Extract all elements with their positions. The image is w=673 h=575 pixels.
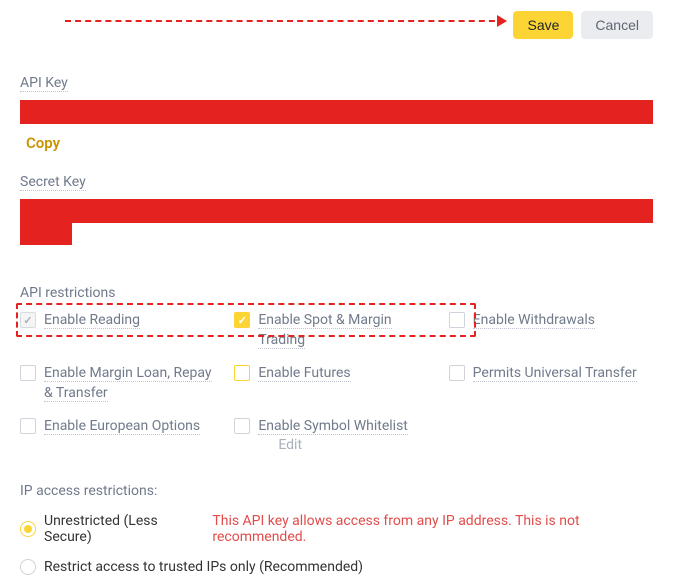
restriction-label: Enable European Options [44,418,200,435]
checkbox-symbol-whitelist[interactable] [234,418,250,434]
restriction-universal-transfer: Permits Universal Transfer [449,364,653,403]
restriction-futures: Enable Futures [234,364,438,403]
restriction-label: Enable Withdrawals [473,312,595,329]
radio-unrestricted-row[interactable]: Unrestricted (Less Secure) This API key … [20,513,653,545]
restriction-label: Enable Margin Loan, Repay & Transfer [44,365,212,402]
restriction-withdrawals: Enable Withdrawals [449,311,653,350]
cancel-button[interactable]: Cancel [581,11,653,39]
ip-access-section: IP access restrictions: Unrestricted (Le… [20,483,653,575]
secret-key-value-redacted-2 [20,223,72,245]
radio-unrestricted[interactable] [20,521,36,537]
restriction-margin-loan: Enable Margin Loan, Repay & Transfer [20,364,224,403]
radio-restricted-label: Restrict access to trusted IPs only (Rec… [44,559,363,575]
secret-key-section: Secret Key [20,174,653,245]
restriction-label: Permits Universal Transfer [473,365,637,382]
ip-warning-text: This API key allows access from any IP a… [212,513,653,545]
checkbox-universal-transfer[interactable] [449,365,465,381]
secret-key-label: Secret Key [20,174,86,191]
secret-key-value-redacted [20,199,653,223]
copy-api-key-button[interactable]: Copy [26,134,60,152]
save-button[interactable]: Save [513,11,573,39]
radio-unrestricted-label: Unrestricted (Less Secure) [44,513,200,545]
api-restrictions-title: API restrictions [20,285,653,301]
radio-restricted[interactable] [20,559,36,575]
ip-access-title: IP access restrictions: [20,483,653,499]
api-restrictions-section: API restrictions Enable Reading Enable S… [20,285,653,453]
edit-whitelist-button[interactable]: Edit [278,437,302,453]
checkbox-withdrawals[interactable] [449,312,465,328]
restriction-symbol-whitelist: Enable Symbol Whitelist Edit [234,417,438,453]
restriction-label: Enable Futures [258,365,350,382]
restriction-label: Enable Reading [44,312,140,329]
restriction-label: Enable Spot & Margin Trading [258,312,391,349]
radio-restricted-row[interactable]: Restrict access to trusted IPs only (Rec… [20,559,653,575]
checkbox-spot-margin[interactable] [234,312,250,328]
api-key-section: API Key Copy [20,75,653,174]
api-key-label: API Key [20,75,68,92]
checkbox-futures[interactable] [234,365,250,381]
restriction-reading: Enable Reading [20,311,224,350]
checkbox-margin-loan[interactable] [20,365,36,381]
checkbox-european-options[interactable] [20,418,36,434]
checkbox-reading [20,312,36,328]
restriction-label: Enable Symbol Whitelist [258,418,408,435]
api-key-value-redacted [20,100,653,124]
restriction-spot-margin: Enable Spot & Margin Trading [234,311,438,350]
restriction-european-options: Enable European Options [20,417,224,453]
arrow-annotation [65,20,505,40]
